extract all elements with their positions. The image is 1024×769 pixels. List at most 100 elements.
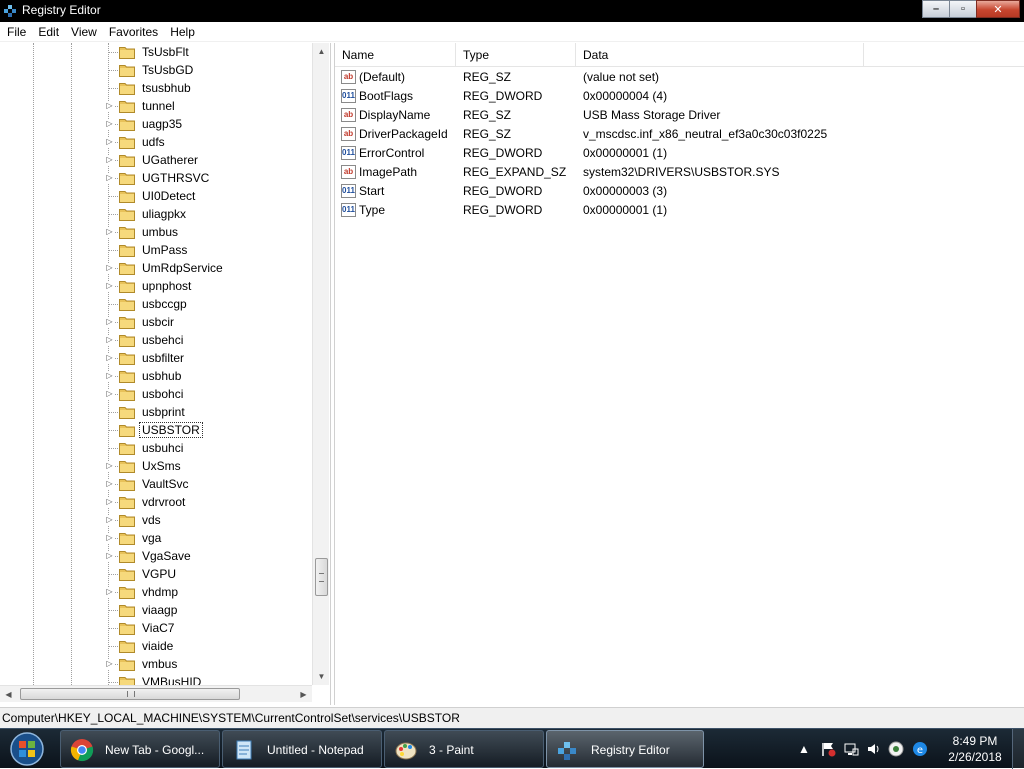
tree-item[interactable]: ▷ usbehci [0,331,312,349]
tree-item[interactable]: ▷ VaultSvc [0,475,312,493]
taskbar-button-registry-editor[interactable]: Registry Editor [546,730,704,768]
expand-arrow-icon[interactable]: ▷ [105,263,114,273]
tree-item[interactable]: ▷ uagp35 [0,115,312,133]
menu-file[interactable]: File [0,25,32,39]
tree-item[interactable]: uliagpkx [0,205,312,223]
value-row[interactable]: 011 Type REG_DWORD 0x00000001 (1) [335,201,1024,220]
show-desktop-button[interactable] [1012,729,1024,769]
tree-item[interactable]: UmPass [0,241,312,259]
expand-arrow-icon[interactable]: ▷ [105,659,114,669]
tree-item[interactable]: ▷ vdrvroot [0,493,312,511]
tree-item[interactable]: UI0Detect [0,187,312,205]
tree-item[interactable]: ▷ VgaSave [0,547,312,565]
folder-icon [119,407,135,419]
expand-arrow-icon[interactable]: ▷ [105,461,114,471]
string-value-icon: ab [341,165,356,179]
horizontal-scroll-thumb[interactable] [20,688,240,700]
taskbar-button-paint[interactable]: 3 - Paint [384,730,544,768]
expand-arrow-icon[interactable]: ▷ [105,119,114,129]
expand-arrow-icon[interactable]: ▷ [105,317,114,327]
tree-item[interactable]: VGPU [0,565,312,583]
expand-arrow-icon[interactable]: ▷ [105,389,114,399]
value-row[interactable]: 011 ErrorControl REG_DWORD 0x00000001 (1) [335,144,1024,163]
menu-edit[interactable]: Edit [32,25,65,39]
expand-arrow-icon[interactable]: ▷ [105,137,114,147]
vertical-scroll-thumb[interactable] [315,558,328,596]
column-header-data[interactable]: Data [576,43,864,67]
value-row[interactable]: 011 BootFlags REG_DWORD 0x00000004 (4) [335,87,1024,106]
tree-item[interactable]: ▷ usbohci [0,385,312,403]
taskbar-button-chrome[interactable]: New Tab - Googl... [60,730,220,768]
expand-arrow-icon[interactable]: ▷ [105,101,114,111]
clock[interactable]: 8:49 PM 2/26/2018 [930,733,1020,765]
scroll-right-arrow-icon[interactable]: ▶ [295,686,312,703]
tree-item[interactable]: usbuhci [0,439,312,457]
column-header-name[interactable]: Name [335,43,456,67]
expand-arrow-icon[interactable]: ▷ [105,533,114,543]
menu-view[interactable]: View [65,25,103,39]
tree-item[interactable]: ▷ UGTHRSVC [0,169,312,187]
scroll-down-arrow-icon[interactable]: ▼ [313,668,330,685]
tree-item[interactable]: usbccgp [0,295,312,313]
tree-item[interactable]: tsusbhub [0,79,312,97]
action-center-flag-icon[interactable] [820,741,836,757]
tree-item[interactable]: ▷ upnphost [0,277,312,295]
maximize-button[interactable]: ▫ [949,0,977,18]
browser-tray-icon[interactable]: e [912,741,928,757]
tree-item[interactable]: ▷ UmRdpService [0,259,312,277]
close-button[interactable]: ✕ [976,0,1020,18]
tree-item[interactable]: ▷ vhdmp [0,583,312,601]
tree-item[interactable]: ▷ vds [0,511,312,529]
value-row[interactable]: ab DisplayName REG_SZ USB Mass Storage Driv… [335,106,1024,125]
expand-arrow-icon[interactable]: ▷ [105,155,114,165]
scroll-up-arrow-icon[interactable]: ▲ [313,43,330,60]
tree-item[interactable]: viaide [0,637,312,655]
tree-item[interactable]: ▷ usbcir [0,313,312,331]
tree-item[interactable]: ▷ UGatherer [0,151,312,169]
tree-item[interactable]: ▷ umbus [0,223,312,241]
expand-arrow-icon[interactable]: ▷ [105,173,114,183]
expand-arrow-icon[interactable]: ▷ [105,551,114,561]
expand-arrow-icon[interactable]: ▷ [105,497,114,507]
taskbar-button-notepad[interactable]: Untitled - Notepad [222,730,382,768]
minimize-button[interactable]: – [922,0,950,18]
expand-arrow-icon[interactable]: ▷ [105,479,114,489]
expand-arrow-icon[interactable]: ▷ [105,335,114,345]
tree-item[interactable]: USBSTOR [0,421,312,439]
show-hidden-icons-icon[interactable]: ▲ [796,741,812,757]
value-row[interactable]: ab DriverPackageId REG_SZ v_mscdsc.inf_x86_… [335,125,1024,144]
tree-item[interactable]: ▷ vmbus [0,655,312,673]
values-list-pane[interactable]: Name Type Data ab (Default) REG_SZ (value n… [334,43,1024,705]
volume-icon[interactable] [866,741,882,757]
tree-vertical-scrollbar[interactable]: ▲ ▼ [312,43,329,685]
menu-favorites[interactable]: Favorites [103,25,164,39]
tree-item[interactable]: TsUsbGD [0,61,312,79]
tree-item[interactable]: TsUsbFlt [0,43,312,61]
expand-arrow-icon[interactable]: ▷ [105,515,114,525]
tree-item[interactable]: ▷ UxSms [0,457,312,475]
scroll-left-arrow-icon[interactable]: ◀ [0,686,17,703]
tray-app-icon[interactable] [888,741,904,757]
expand-arrow-icon[interactable]: ▷ [105,371,114,381]
tree-item[interactable]: ▷ usbfilter [0,349,312,367]
value-row[interactable]: 011 Start REG_DWORD 0x00000003 (3) [335,182,1024,201]
tree-item[interactable]: ViaC7 [0,619,312,637]
tree-horizontal-scrollbar[interactable]: ◀ ▶ [0,685,312,702]
tree-item[interactable]: ▷ tunnel [0,97,312,115]
value-row[interactable]: ab (Default) REG_SZ (value not set) [335,68,1024,87]
tree-item[interactable]: viaagp [0,601,312,619]
expand-arrow-icon[interactable]: ▷ [105,281,114,291]
menu-help[interactable]: Help [164,25,201,39]
tree-item[interactable]: ▷ vga [0,529,312,547]
expand-arrow-icon[interactable]: ▷ [105,587,114,597]
tree-item[interactable]: usbprint [0,403,312,421]
column-header-type[interactable]: Type [456,43,576,67]
key-tree-pane[interactable]: TsUsbFlt TsUsbGD tsusbhub ▷ tunnel ▷ uagp35 ▷ ud… [0,43,331,705]
tree-item[interactable]: ▷ udfs [0,133,312,151]
start-button[interactable] [4,730,50,768]
tree-item[interactable]: ▷ usbhub [0,367,312,385]
network-icon[interactable] [843,741,859,757]
value-row[interactable]: ab ImagePath REG_EXPAND_SZ system32\DRIVERS… [335,163,1024,182]
expand-arrow-icon[interactable]: ▷ [105,353,114,363]
expand-arrow-icon[interactable]: ▷ [105,227,114,237]
